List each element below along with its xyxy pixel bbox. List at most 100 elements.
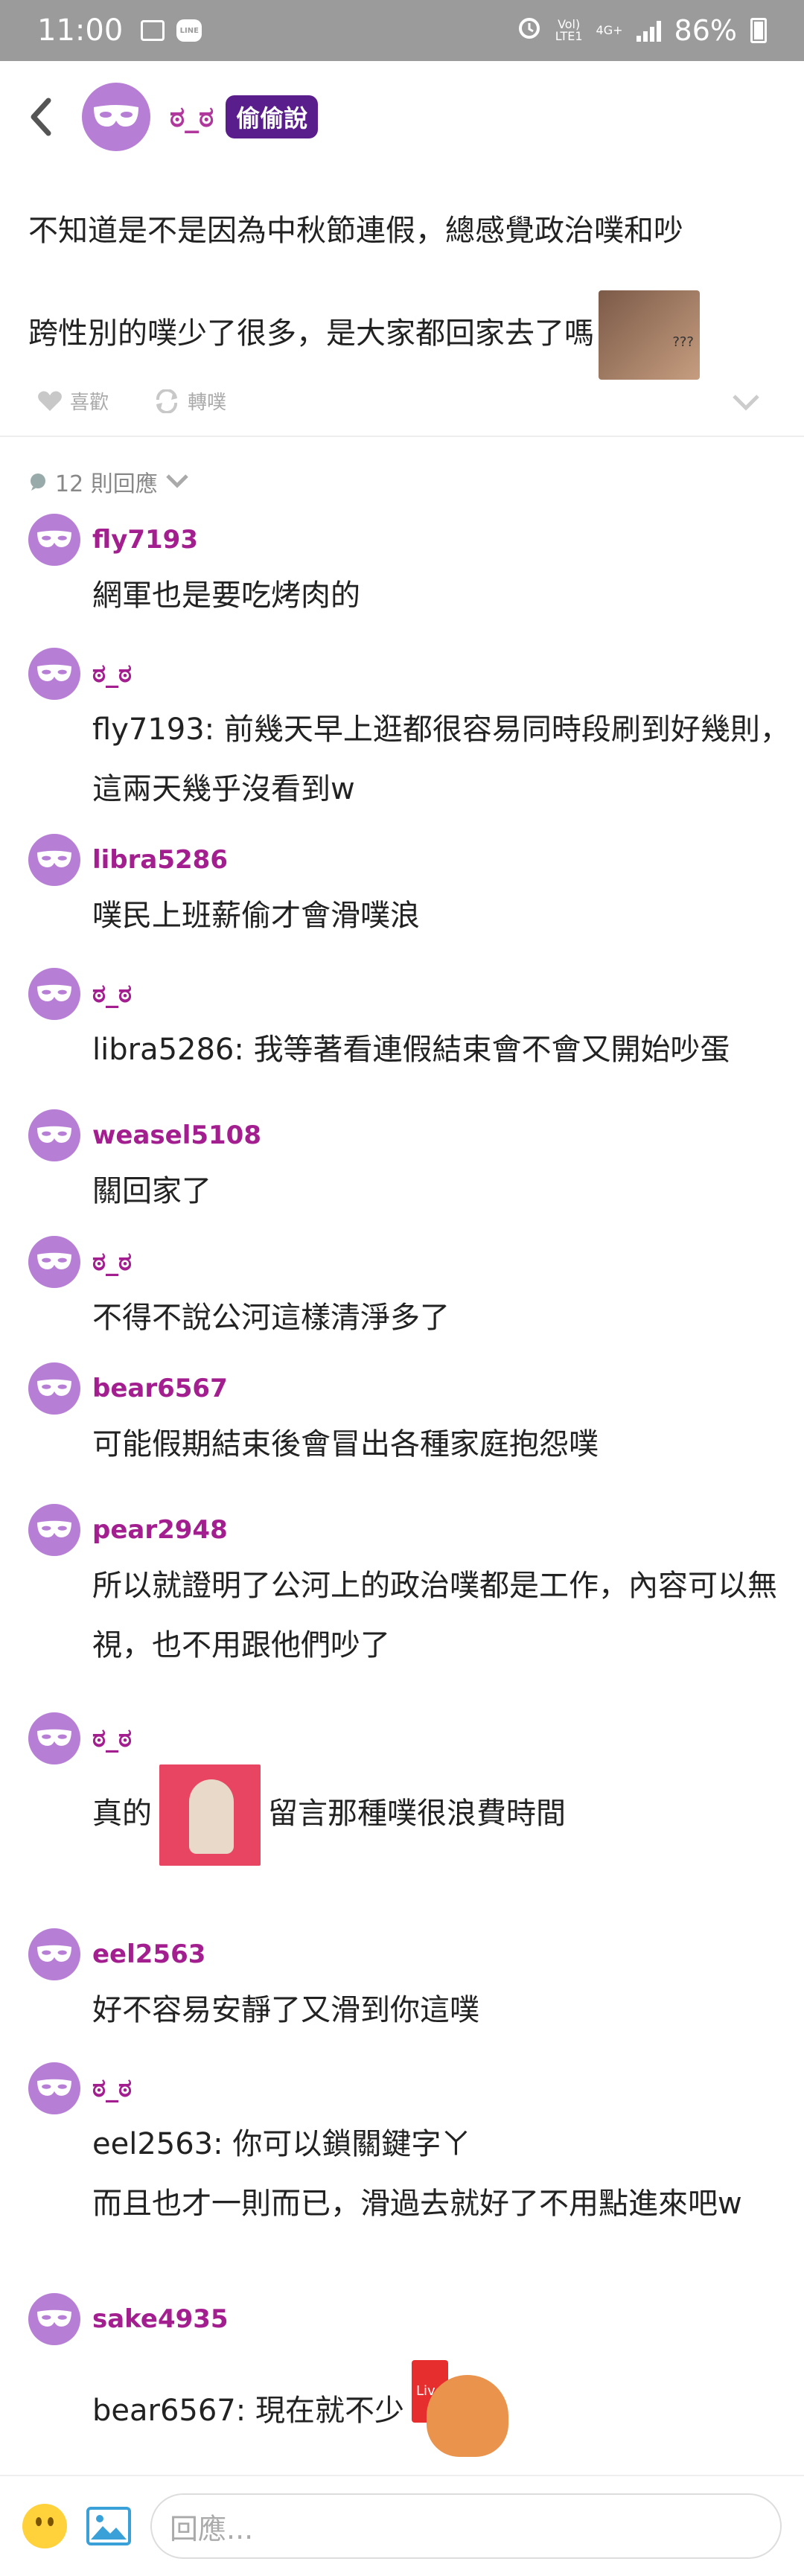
reply-count[interactable]: 12 則回應 <box>28 465 189 498</box>
poster-avatar[interactable] <box>82 83 150 151</box>
confused-meme-image[interactable] <box>599 290 700 380</box>
post-text-line2: 跨性別的噗少了很多，是大家都回家去了嗎 <box>28 290 780 380</box>
post-actions: 喜歡 轉噗 <box>37 387 226 415</box>
like-button[interactable]: 喜歡 <box>37 387 109 415</box>
comment-body: fly7193 網軍也是要吃烤肉的 <box>92 514 800 648</box>
commenter-name[interactable]: ಠ_ಠ <box>92 1236 800 1288</box>
commenter-name[interactable]: pear2948 <box>92 1504 800 1556</box>
chevron-down-icon <box>165 474 188 488</box>
commenter-name[interactable]: ಠ_ಠ <box>92 968 800 1020</box>
commenter-avatar[interactable] <box>28 648 80 700</box>
commenter-name[interactable]: ಠ_ಠ <box>92 648 800 700</box>
commenter-avatar[interactable] <box>28 2293 80 2345</box>
commenter-name[interactable]: ಠ_ಠ <box>92 1712 800 1764</box>
comment-text: 真的 留言那種噗很浪費時間 <box>92 1764 800 1866</box>
mask-icon <box>37 984 71 1001</box>
anonymous-badge: 偷偷說 <box>226 95 319 138</box>
comment-text: 網軍也是要吃烤肉的 <box>92 578 360 613</box>
image-upload-button[interactable] <box>86 2507 131 2545</box>
volte-indicator: Vol) LTE1 <box>555 17 583 43</box>
commenter-avatar[interactable] <box>28 1504 80 1556</box>
alarm-icon <box>517 14 542 47</box>
comment-body: eel2563 好不容易安靜了又滑到你這噗 <box>92 1928 800 2062</box>
commenter-avatar[interactable] <box>28 2062 80 2114</box>
comment-body: pear2948 所以就證明了公河上的政治噗都是工作，內容可以無視，也不用跟他們吵… <box>92 1504 800 1712</box>
comment-body: ಠ_ಠ libra5286: 我等著看連假結束會不會又開始吵蛋 <box>92 968 800 1109</box>
commenter-name[interactable]: ಠ_ಠ <box>92 2062 800 2114</box>
mask-icon <box>37 530 71 547</box>
comment-item: libra5286 噗民上班薪偷才會滑噗浪 <box>0 834 800 968</box>
comment-item: weasel5108 關回家了 <box>0 1109 800 1236</box>
comment-text: 不得不說公河這樣清淨多了 <box>92 1301 450 1335</box>
comment-item: ಠ_ಠ eel2563: 你可以鎖關鍵字ㄚ 而且也才一則而已，滑過去就好了不用點進來… <box>0 2062 800 2293</box>
commenter-avatar[interactable] <box>28 968 80 1020</box>
comment-text: 噗民上班薪偷才會滑噗浪 <box>92 899 420 933</box>
comment-item: ಠ_ಠ fly7193: 前幾天早上逛都很容易同時段刷到好幾則，這兩天幾乎沒看到w <box>0 648 800 834</box>
comment-body: libra5286 噗民上班薪偷才會滑噗浪 <box>92 834 800 968</box>
comment-body: ಠ_ಠ eel2563: 你可以鎖關鍵字ㄚ 而且也才一則而已，滑過去就好了不用點進來… <box>92 2062 800 2293</box>
mask-icon <box>37 664 71 681</box>
emoji-button[interactable] <box>22 2504 67 2548</box>
reply-input[interactable]: 回應... <box>150 2493 782 2559</box>
comment-item: bear6567 可能假期結束後會冒出各種家庭抱怨噗 <box>0 1362 800 1504</box>
mask-icon <box>37 1252 71 1269</box>
mask-icon <box>37 2309 71 2327</box>
chevron-left-icon <box>31 98 51 136</box>
commenter-avatar[interactable] <box>28 1362 80 1415</box>
line-notification-icon: LINE <box>176 19 202 42</box>
pointing-meme-image[interactable] <box>159 1764 261 1866</box>
commenter-avatar[interactable] <box>28 1109 80 1161</box>
comment-text: bear6567: 現在就不少 Live <box>92 2360 800 2464</box>
comment-body: ಠ_ಠ 真的 留言那種噗很浪費時間 <box>92 1712 800 1928</box>
speech-bubble-icon <box>31 474 45 491</box>
thread-header: ಠ_ಠ 偷偷說 <box>0 61 804 173</box>
replurk-icon <box>156 389 178 413</box>
battery-icon <box>750 18 767 43</box>
comment-body: weasel5108 關回家了 <box>92 1109 800 1236</box>
commenter-avatar[interactable] <box>28 1236 80 1288</box>
back-button[interactable] <box>0 61 82 173</box>
commenter-avatar[interactable] <box>28 834 80 886</box>
commenter-name[interactable]: fly7193 <box>92 514 800 566</box>
comment-body: ಠ_ಠ 不得不說公河這樣清淨多了 <box>92 1236 800 1362</box>
commenter-name[interactable]: weasel5108 <box>92 1109 800 1161</box>
commenter-avatar[interactable] <box>28 514 80 566</box>
commenter-name[interactable]: sake4935 <box>92 2293 800 2345</box>
comment-item: ಠ_ಠ 真的 留言那種噗很浪費時間 <box>0 1712 800 1928</box>
post-text-line1: 不知道是不是因為中秋節連假，總感覺政治噗和吵 <box>28 214 683 248</box>
heart-icon <box>38 391 62 411</box>
replurk-button[interactable]: 轉噗 <box>153 387 226 415</box>
reply-bar: 回應... <box>0 2475 804 2576</box>
poster-name[interactable]: ಠ_ಠ <box>170 101 214 134</box>
network-type: 4G+ <box>596 23 623 37</box>
image-icon <box>91 2515 127 2540</box>
comment-item: eel2563 好不容易安靜了又滑到你這噗 <box>0 1928 800 2062</box>
comment-text: libra5286: 我等著看連假結束會不會又開始吵蛋 <box>92 1033 730 1067</box>
comment-text: 所以就證明了公河上的政治噗都是工作，內容可以無視，也不用跟他們吵了 <box>92 1569 777 1662</box>
battery-percent: 86% <box>674 14 737 47</box>
commenter-name[interactable]: libra5286 <box>92 834 800 886</box>
plurk-thread-screen: 11:00 LINE Vol) LTE1 4G+ 86% ಠ_ಠ 偷偷說 不知道… <box>0 0 804 2576</box>
signal-icon <box>636 19 661 42</box>
post-content: 不知道是不是因為中秋節連假，總感覺政治噗和吵 跨性別的噗少了很多，是大家都回家去… <box>28 201 780 380</box>
mask-icon <box>37 1126 71 1143</box>
commenter-name[interactable]: eel2563 <box>92 1928 800 1980</box>
live-fox-sticker[interactable]: Live <box>411 2360 516 2464</box>
mask-icon <box>37 850 71 867</box>
mask-icon <box>94 105 138 127</box>
mask-icon <box>37 1729 71 1746</box>
chevron-down-icon[interactable] <box>731 393 761 412</box>
commenter-name[interactable]: bear6567 <box>92 1362 800 1415</box>
post-divider <box>0 436 804 437</box>
gallery-notification-icon <box>141 20 165 41</box>
commenter-avatar[interactable] <box>28 1928 80 1980</box>
commenter-avatar[interactable] <box>28 1712 80 1764</box>
comment-body: ಠ_ಠ fly7193: 前幾天早上逛都很容易同時段刷到好幾則，這兩天幾乎沒看到w <box>92 648 800 834</box>
comment-text: 關回家了 <box>92 1174 211 1208</box>
comment-text: 可能假期結束後會冒出各種家庭抱怨噗 <box>92 1427 599 1461</box>
mask-icon <box>37 1945 71 1962</box>
comment-text: fly7193: 前幾天早上逛都很容易同時段刷到好幾則，這兩天幾乎沒看到w <box>92 712 790 806</box>
status-time: 11:00 <box>37 13 124 48</box>
status-bar: 11:00 LINE Vol) LTE1 4G+ 86% <box>0 0 804 61</box>
comment-text: 好不容易安靜了又滑到你這噗 <box>92 1993 479 2027</box>
